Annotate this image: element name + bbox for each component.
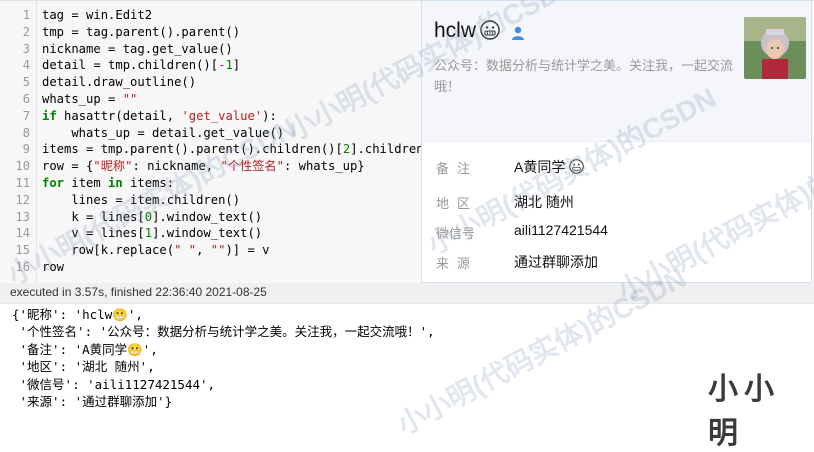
card-divider — [422, 141, 811, 142]
output-line: '微信号': 'aili1127421544', — [12, 376, 216, 392]
wechat-id-label: 微信号 — [436, 226, 476, 241]
remark-label: 备注 — [436, 161, 479, 176]
grimace-emoji-icon — [569, 159, 585, 174]
remark-value[interactable]: A黄同学 — [514, 157, 585, 177]
output-line: '备注': 'A黄同学😬', — [12, 341, 158, 357]
avatar[interactable] — [744, 17, 806, 79]
output-line: {'昵称': 'hclw😬', — [12, 307, 143, 322]
author-signature: 小小明 — [708, 373, 780, 450]
remark-text: A黄同学 — [514, 159, 566, 175]
output-line: '地区': '湖北 随州', — [12, 359, 155, 375]
execution-status-bar: executed in 3.57s, finished 22:36:40 202… — [0, 283, 814, 304]
output-line: '个性签名': '公众号：数据分析与统计学之美。关注我，一起交流哦！', — [12, 324, 435, 340]
contact-card: hclw 公众号：数据分析与统计学之美。关注我，一起交流哦！ 备注 A黄同学 地… — [421, 0, 812, 283]
execution-status-text: executed in 3.57s, finished 22:36:40 202… — [10, 285, 267, 299]
wechat-id-value: aili1127421544 — [514, 222, 608, 238]
region-label: 地区 — [436, 196, 479, 211]
line-number: 16 — [15, 260, 30, 274]
source-value: 通过群聊添加 — [514, 254, 598, 270]
region-value: 湖北 随州 — [514, 194, 574, 210]
grimace-emoji-icon — [480, 20, 500, 40]
code-text: row — [42, 260, 65, 274]
output-line: '来源': '通过群聊添加'} — [12, 394, 173, 409]
male-profile-icon — [512, 26, 524, 40]
contact-signature: 公众号：数据分析与统计学之美。关注我，一起交流哦！ — [434, 58, 734, 94]
source-label: 来源 — [436, 256, 479, 271]
contact-nickname: hclw — [434, 19, 477, 42]
